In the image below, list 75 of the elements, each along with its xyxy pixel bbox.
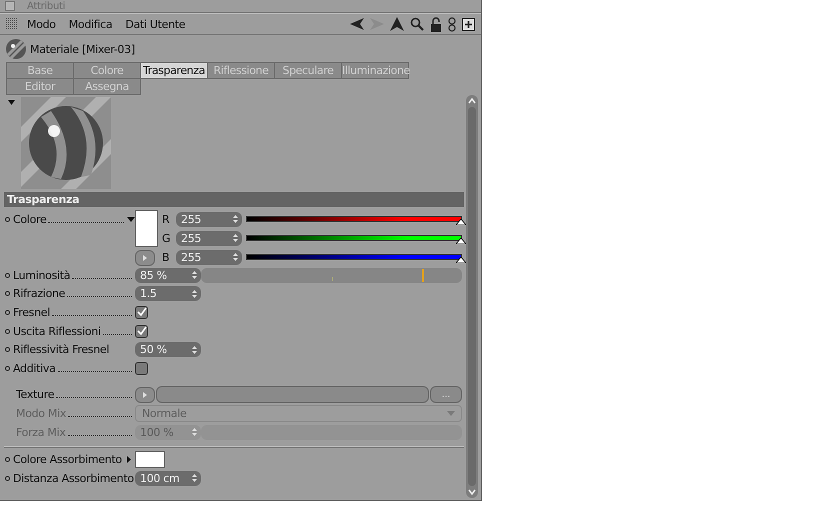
number-field[interactable]: 255 xyxy=(176,250,242,264)
slider-thumb[interactable] xyxy=(422,268,424,282)
channel-label: G xyxy=(162,232,172,244)
bullet-icon xyxy=(5,291,10,296)
color-swatch[interactable] xyxy=(135,210,158,247)
dropdown-arrow-icon[interactable] xyxy=(127,216,135,222)
up-arrow-icon[interactable] xyxy=(390,17,404,31)
play-arrow-icon xyxy=(143,255,147,261)
field-label: Texture xyxy=(16,388,54,402)
slider-thumb[interactable] xyxy=(456,257,466,263)
field-label: Luminosità xyxy=(13,268,70,282)
material-title: Materiale [Mixer-03] xyxy=(30,42,135,56)
browse-button[interactable]: ... xyxy=(430,386,462,404)
slider-thumb[interactable] xyxy=(456,219,466,225)
spinner-icon[interactable] xyxy=(192,428,197,436)
menu-item[interactable]: Modo xyxy=(27,18,56,30)
slider-thumb[interactable] xyxy=(456,238,466,244)
collapse-icon[interactable] xyxy=(8,100,15,105)
bullet-icon xyxy=(5,457,10,462)
scroll-down-icon[interactable] xyxy=(468,488,476,496)
search-icon[interactable] xyxy=(410,17,424,31)
field-label: Uscita Riflessioni xyxy=(13,324,101,338)
color-swatch[interactable] xyxy=(135,451,165,468)
number-field[interactable]: 1.5 xyxy=(135,286,201,302)
bullet-icon xyxy=(5,328,10,334)
field-label: Colore xyxy=(13,212,46,226)
channel-label: B xyxy=(162,250,170,264)
checkbox[interactable] xyxy=(135,306,148,319)
field-label: Distanza Assorbimento xyxy=(13,472,134,485)
grip-icon[interactable] xyxy=(6,18,18,30)
field-label: Modo Mix xyxy=(16,406,66,420)
menu-item[interactable]: Modifica xyxy=(68,18,112,30)
number-field[interactable]: 255 xyxy=(176,230,242,246)
texture-field[interactable] xyxy=(156,386,429,404)
lock-icon[interactable] xyxy=(430,16,442,32)
material-icon xyxy=(5,38,27,60)
link-icon[interactable] xyxy=(448,16,456,32)
bullet-icon xyxy=(5,366,10,371)
number-field[interactable]: 50 % xyxy=(135,342,201,358)
expand-arrow-icon[interactable] xyxy=(127,456,131,464)
field-label: Additiva xyxy=(13,362,56,375)
expand-button[interactable] xyxy=(135,386,155,403)
checkbox[interactable] xyxy=(135,362,148,375)
channel-label: R xyxy=(162,212,170,226)
new-panel-icon[interactable] xyxy=(462,18,475,30)
checkbox[interactable] xyxy=(135,324,148,338)
field-label: Riflessività Fresnel xyxy=(13,343,110,356)
spinner-icon[interactable] xyxy=(192,290,197,298)
expand-button[interactable] xyxy=(135,250,155,266)
spinner-icon[interactable] xyxy=(192,271,197,280)
back-arrow-icon[interactable] xyxy=(350,18,364,30)
menu-item[interactable]: Dati Utente xyxy=(125,18,186,30)
bullet-icon xyxy=(5,476,10,481)
play-arrow-icon xyxy=(143,392,147,398)
number-field[interactable]: 100 cm xyxy=(135,470,201,486)
spinner-icon[interactable] xyxy=(192,474,197,482)
spinner-icon[interactable] xyxy=(192,346,197,354)
bullet-icon xyxy=(5,272,10,278)
field-label: Colore Assorbimento xyxy=(13,453,122,466)
spinner-icon[interactable] xyxy=(233,253,238,261)
tab[interactable]: Trasparenza xyxy=(140,62,208,79)
section-header: Trasparenza xyxy=(4,192,464,207)
bullet-icon xyxy=(5,310,10,315)
scroll-up-icon[interactable] xyxy=(468,97,476,105)
number-field[interactable]: 85 % xyxy=(135,268,201,283)
spinner-icon[interactable] xyxy=(233,215,238,223)
scrollbar[interactable] xyxy=(466,95,478,498)
field-label: Rifrazione xyxy=(13,287,66,300)
field-label: Forza Mix xyxy=(16,426,66,439)
bullet-icon xyxy=(5,216,10,222)
dropdown-arrow-icon xyxy=(447,410,455,416)
number-field[interactable]: 255 xyxy=(176,212,242,226)
field-label: Fresnel xyxy=(13,306,50,319)
spinner-icon[interactable] xyxy=(233,234,238,242)
bullet-icon xyxy=(5,347,10,352)
